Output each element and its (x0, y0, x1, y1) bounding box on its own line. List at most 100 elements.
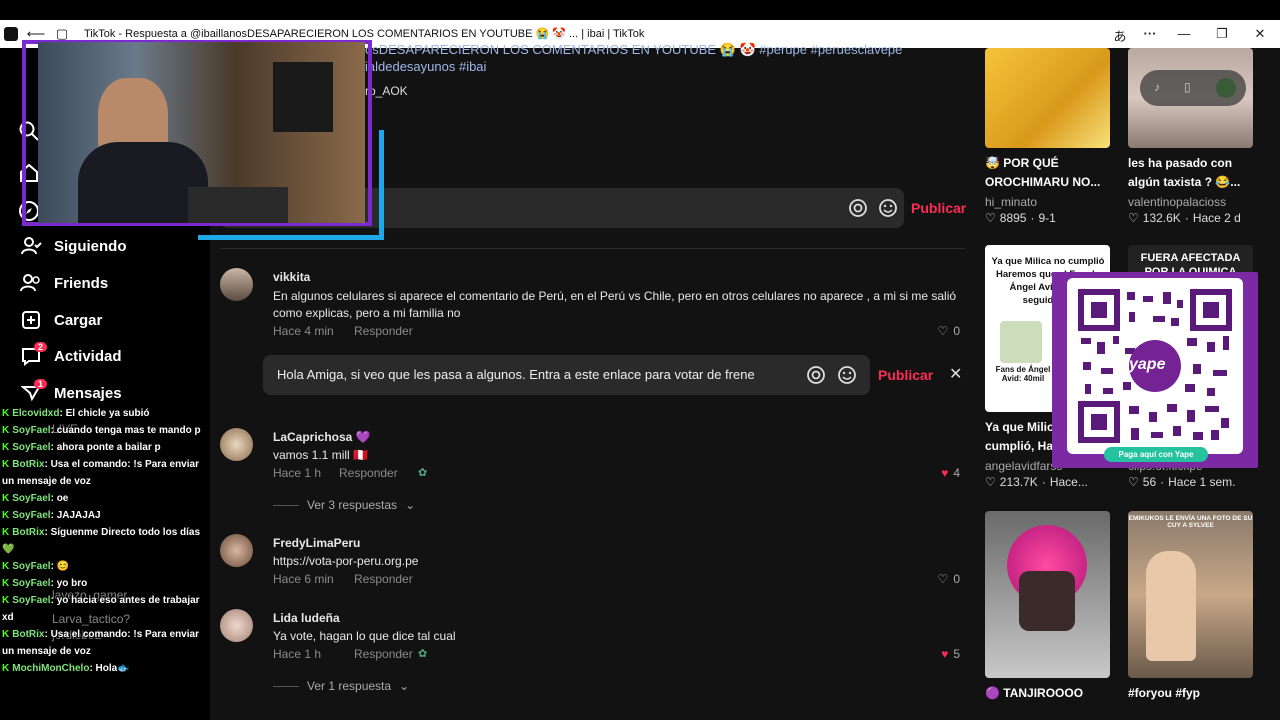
nav-upload[interactable]: Cargar (20, 305, 102, 335)
comment-username[interactable]: FredyLimaPeru (273, 536, 360, 550)
kick-icon: K (2, 595, 10, 606)
video-thumbnail[interactable]: ♪ ▯ (1128, 48, 1253, 148)
chat-message: K SoyFael: cuando tenga mas te mando p (0, 422, 210, 439)
close-reply-icon[interactable]: ✕ (949, 364, 962, 384)
comment-like-button[interactable]: ♡ 0 (938, 572, 960, 586)
reply-input-text[interactable]: Hola Amiga, si veo que les pasa a alguno… (277, 367, 755, 382)
reply-input[interactable]: Hola Amiga, si veo que les pasa a alguno… (263, 355, 870, 395)
video-author[interactable]: hi_minato (985, 195, 1037, 209)
chat-message: K SoyFael: ahora ponte a bailar p (0, 439, 210, 456)
video-description[interactable]: les ha pasado con algún taxista ? 😂... (1128, 154, 1258, 192)
publish-comment-button[interactable]: Publicar (911, 200, 966, 216)
following-icon (20, 235, 42, 257)
comment-like-button[interactable]: ♥ 5 (941, 647, 960, 661)
chat-text: : oe (50, 493, 69, 504)
chat-username: MochiMonChelo (12, 663, 90, 674)
comment-item: LaCaprichosa 💜 vamos 1.1 mill 🇵🇪 Hace 1 … (220, 428, 960, 518)
nav-messages[interactable]: 1 Mensajes (20, 378, 122, 408)
comment-time: Hace 1 h (273, 647, 322, 661)
nav-friends-label: Friends (54, 274, 109, 292)
nav-following[interactable]: Siguiendo (20, 231, 127, 261)
emoji-icon[interactable] (837, 365, 857, 390)
reply-button[interactable]: Responder (354, 572, 413, 586)
nav-activity[interactable]: 2 Actividad (20, 341, 122, 371)
chat-text: : Hola🐟 (89, 663, 130, 674)
chevron-down-icon: ⌄ (405, 498, 416, 512)
emoji-icon[interactable] (878, 198, 898, 223)
video-date: 9-1 (1038, 211, 1056, 225)
video-date: Hace 2 d (1192, 211, 1241, 225)
avatar[interactable] (220, 428, 253, 461)
publish-reply-button[interactable]: Publicar (878, 367, 933, 383)
comment-username[interactable]: vikkita (273, 270, 310, 284)
chat-username: SoyFael (12, 578, 51, 589)
activity-badge: 2 (34, 342, 48, 352)
chat-message: K SoyFael: 😊 (0, 558, 210, 575)
kick-icon: K (2, 459, 10, 470)
video-caption-line2: ialdedesayunos #ibai (365, 59, 487, 74)
avatar[interactable] (220, 609, 253, 642)
nav-friends[interactable]: Friends (20, 268, 108, 298)
mention-icon[interactable] (848, 198, 868, 223)
tiktok-icon[interactable]: ♪ (1154, 80, 1160, 94)
video-thumbnail[interactable]: EMIKUKOS LE ENVÍA UNA FOTO DE SU CUY A S… (1128, 511, 1253, 678)
chat-message: K MochiMonChelo: Hola🐟 (0, 660, 210, 677)
chat-message: K SoyFael: yo hacia eso antes de trabajar… (0, 592, 210, 626)
mention-icon[interactable] (806, 365, 826, 390)
view-replies-button[interactable]: Ver 1 respuesta ⌄ (273, 679, 409, 693)
video-thumbnail[interactable] (985, 48, 1110, 148)
comment-username[interactable]: Lida ludeña (273, 611, 340, 625)
tiktok-app-icon (4, 27, 18, 41)
comment-username[interactable]: LaCaprichosa 💜 (273, 430, 371, 444)
more-options-icon[interactable]: ··· (1140, 26, 1160, 41)
minimize-button[interactable]: — (1174, 26, 1194, 41)
video-description[interactable]: 🤯 POR QUÉ OROCHIMARU NO... (985, 154, 1115, 192)
avatar[interactable] (220, 534, 253, 567)
divider (273, 504, 299, 506)
translate-icon[interactable]: あ (1110, 26, 1130, 45)
comment-time: Hace 1 h (273, 466, 322, 480)
video-author[interactable]: angelavidfarss (985, 459, 1062, 473)
phone-icon[interactable]: ▯ (1184, 80, 1191, 94)
activity-icon: 2 (20, 342, 48, 367)
reply-button[interactable]: Responder (354, 324, 413, 338)
view-replies-button[interactable]: Ver 3 respuestas ⌄ (273, 498, 415, 512)
chat-message: K SoyFael: yo bro (0, 575, 210, 592)
comment-text: Ya vote, hagan lo que dice tal cual (273, 629, 456, 643)
kick-icon: K (2, 663, 10, 674)
avatar[interactable] (1216, 78, 1236, 98)
messages-badge: 1 (34, 379, 48, 389)
kick-icon: K (2, 629, 10, 640)
comment-like-button[interactable]: ♡ 0 (938, 324, 960, 338)
video-description[interactable]: #foryou #fyp (1128, 684, 1258, 703)
chat-message: K BotRix: Síguenme Directo todo los días … (0, 524, 210, 558)
reply-button[interactable]: Responder (354, 647, 413, 661)
video-card[interactable]: 🟣 TANJIROOOO (985, 511, 1110, 711)
chat-username: SoyFael (12, 510, 51, 521)
separator: · (1184, 211, 1189, 225)
upload-icon (20, 309, 42, 331)
chat-username: SoyFael (12, 561, 51, 572)
video-card[interactable]: ♪ ▯ les ha pasado con algún taxista ? 😂.… (1128, 48, 1253, 228)
comment-like-button[interactable]: ♥ 4 (941, 466, 960, 480)
top-black-strip (0, 0, 1280, 20)
video-card[interactable]: 🤯 POR QUÉ OROCHIMARU NO... hi_minato ♡ 88… (985, 48, 1110, 228)
chat-username: Elcovidxd (12, 408, 60, 419)
video-overlay-controls: ♪ ▯ (1140, 70, 1246, 106)
reply-button[interactable]: Responder (339, 466, 398, 480)
avatar[interactable] (220, 268, 253, 301)
laptop (188, 187, 288, 223)
maximize-button[interactable]: ❐ (1212, 26, 1232, 42)
video-caption-line1: osDESAPARECIERON LOS COMENTARIOS EN YOUT… (365, 42, 903, 57)
close-button[interactable]: ✕ (1250, 26, 1270, 42)
video-author[interactable]: valentinopalacioss (1128, 195, 1226, 209)
chat-username: BotRix (12, 527, 45, 538)
video-description[interactable]: 🟣 TANJIROOOO (985, 684, 1115, 703)
chat-username: SoyFael (12, 425, 51, 436)
video-card[interactable]: EMIKUKOS LE ENVÍA UNA FOTO DE SU CUY A S… (1128, 511, 1253, 711)
nav-following-label: Siguiendo (54, 237, 127, 255)
stream-chat-overlay: K Elcovidxd: El chicle ya subió K SoyFael:… (0, 405, 210, 720)
messages-icon: 1 (20, 379, 48, 404)
video-thumbnail[interactable] (985, 511, 1110, 678)
divider (273, 685, 299, 687)
